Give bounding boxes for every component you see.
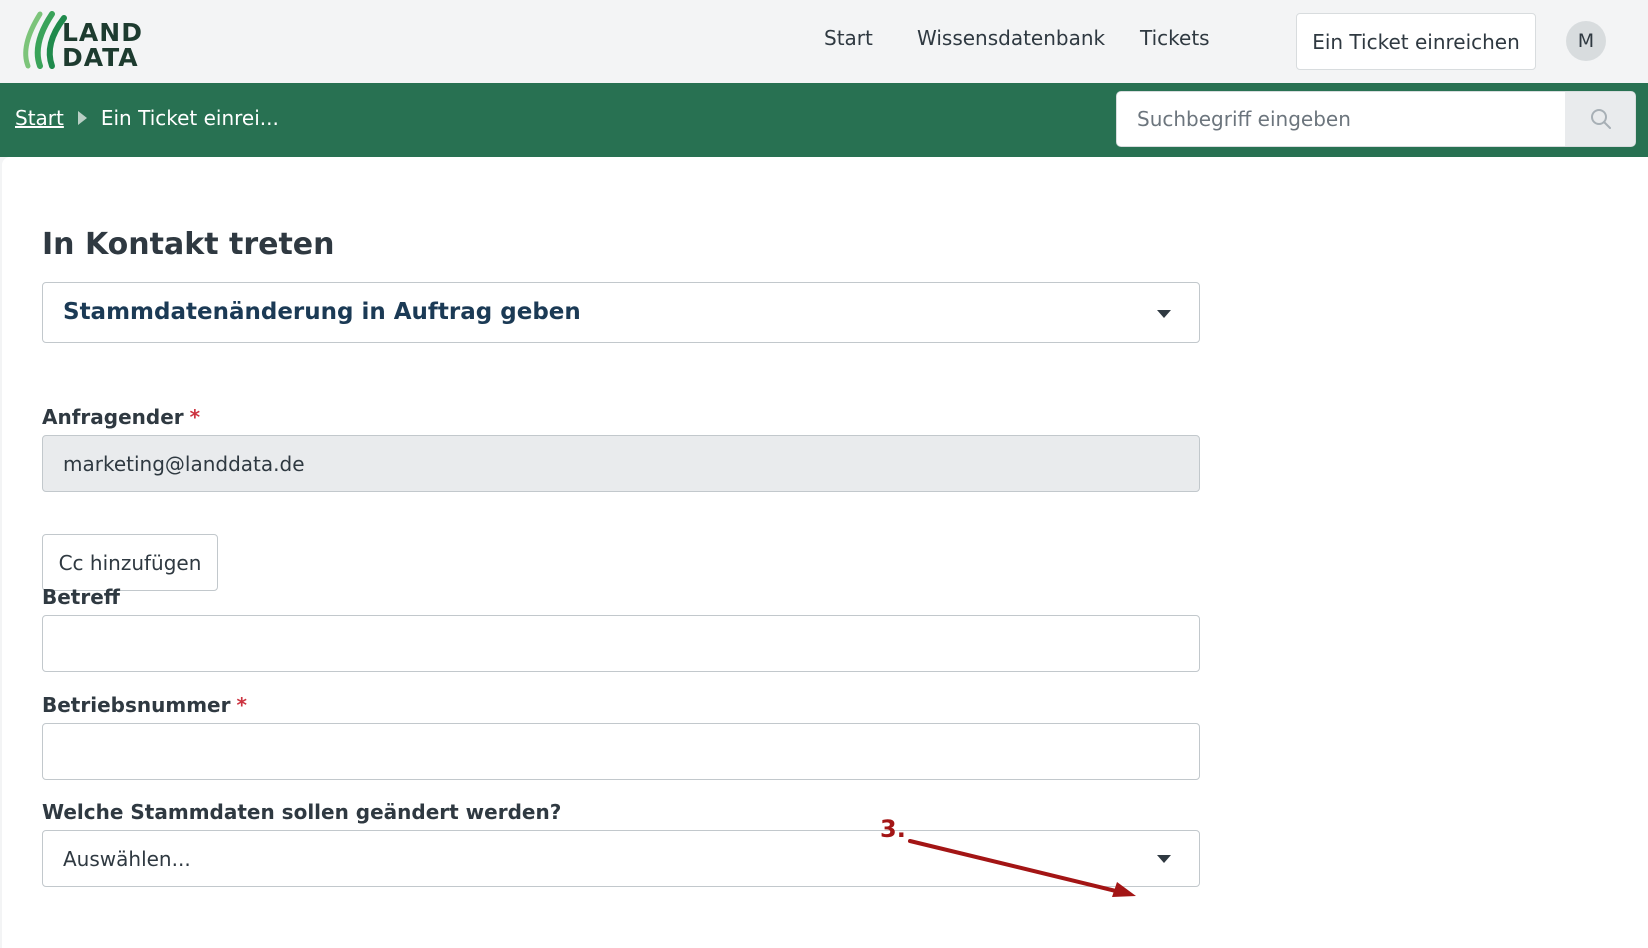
caret-down-icon [1157,855,1171,863]
form-type-select[interactable]: Stammdatenänderung in Auftrag geben [42,282,1200,343]
master-data-label: Welche Stammdaten sollen geändert werden… [42,800,562,824]
required-marker: * [236,693,247,717]
logo-line-1: LAND [62,18,143,47]
page-title: In Kontakt treten [42,227,335,262]
caret-down-icon [1157,310,1171,318]
nav-start[interactable]: Start [824,26,873,50]
nav-knowledge-base[interactable]: Wissensdatenbank [917,26,1105,50]
farm-number-label: Betriebsnummer * [42,693,247,717]
main-content: In Kontakt treten Stammdatenänderung in … [2,157,1648,948]
breadcrumb: Start Ein Ticket einrei... [15,106,279,130]
breadcrumb-current: Ein Ticket einrei... [100,106,279,130]
requester-label-text: Anfragender [42,405,184,429]
search-box [1116,91,1636,147]
search-input[interactable] [1117,92,1565,146]
farm-number-label-text: Betriebsnummer [42,693,231,717]
user-avatar[interactable]: M [1566,21,1606,61]
master-data-selected-value: Auswählen... [63,847,191,871]
master-data-select[interactable]: Auswählen... [42,830,1200,887]
logo-text: LAND DATA [62,20,143,70]
nav-tickets[interactable]: Tickets [1140,26,1210,50]
submit-ticket-button[interactable]: Ein Ticket einreichen [1296,13,1536,70]
form-type-selected-value: Stammdatenänderung in Auftrag geben [63,299,581,325]
annotation-step-label: 3. [880,815,906,843]
landdata-logo[interactable]: LAND DATA [14,10,154,72]
search-icon [1591,109,1611,129]
top-header: LAND DATA Start Wissensdatenbank Tickets… [0,0,1648,83]
requester-field: marketing@landdata.de [42,435,1200,492]
search-button[interactable] [1565,92,1635,146]
subject-input[interactable] [42,615,1200,672]
logo-line-2: DATA [62,43,139,72]
required-marker: * [189,405,201,429]
subject-label: Betreff [42,585,120,609]
requester-label: Anfragender * [42,405,200,429]
requester-value: marketing@landdata.de [63,452,305,476]
farm-number-input[interactable] [42,723,1200,780]
breadcrumb-bar: Start Ein Ticket einrei... [0,83,1648,157]
breadcrumb-home-link[interactable]: Start [15,106,64,130]
add-cc-button[interactable]: Cc hinzufügen [42,534,218,591]
breadcrumb-chevron-icon [77,111,87,125]
